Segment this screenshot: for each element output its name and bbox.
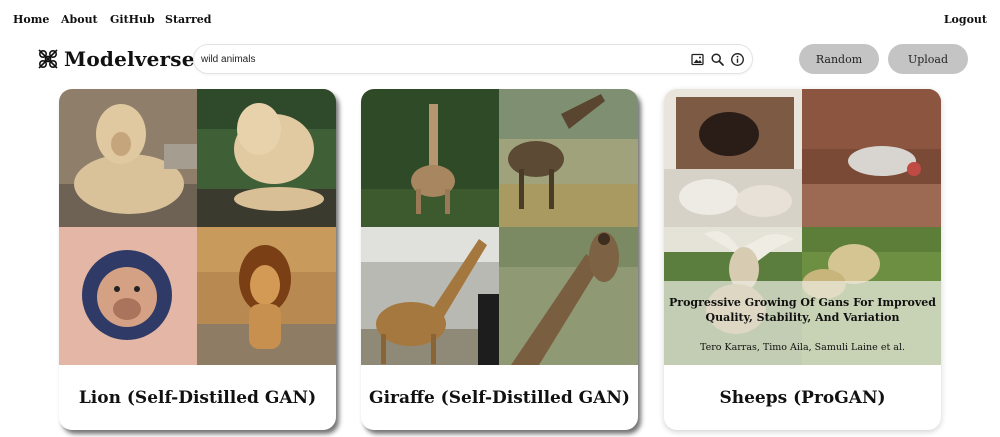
paper-info-overlay: Progressive Growing Of Gans For Improved… [664,281,941,365]
lion-image-4 [197,227,336,365]
model-card-lion[interactable]: Lion (Self-Distilled GAN) [59,89,336,430]
search-bar [193,44,753,74]
brand-logo[interactable]: Modelverse [37,45,195,73]
paper-authors: Tero Karras, Timo Aila, Samuli Laine et … [699,342,906,353]
random-button[interactable]: Random [799,44,879,74]
giraffe-image-4 [499,227,638,365]
info-icon[interactable] [730,52,745,67]
giraffe-image-1 [361,89,499,227]
card-title: Lion (Self-Distilled GAN) [78,387,317,408]
nav-logout-link[interactable]: Logout [944,13,987,26]
modelverse-logo-icon [38,49,58,69]
upload-button[interactable]: Upload [888,44,968,74]
search-input[interactable] [201,51,671,68]
card-image-grid [59,89,336,365]
nav-about-link[interactable]: About [61,13,98,26]
model-card-giraffe[interactable]: Giraffe (Self-Distilled GAN) [361,89,638,430]
card-title: Sheeps (ProGAN) [719,387,886,408]
sheep-image-2 [802,89,941,227]
model-card-sheep[interactable]: Progressive Growing Of Gans For Improved… [664,89,941,430]
nav-starred-link[interactable]: Starred [165,13,211,26]
paper-title: Progressive Growing Of Gans For Improved… [669,296,936,324]
brand-name: Modelverse [64,47,195,71]
image-search-icon[interactable] [690,52,705,67]
nav-github-link[interactable]: GitHub [110,13,155,26]
sheep-image-1 [664,89,802,227]
top-nav: Home About GitHub Starred Logout [0,0,1000,38]
nav-home-link[interactable]: Home [13,13,49,26]
lion-image-3 [59,227,197,365]
card-title: Giraffe (Self-Distilled GAN) [369,387,630,408]
card-image-grid [361,89,638,365]
giraffe-image-3 [361,227,499,365]
lion-image-1 [59,89,197,227]
lion-image-2 [197,89,336,227]
search-icon[interactable] [710,52,725,67]
giraffe-image-2 [499,89,638,227]
